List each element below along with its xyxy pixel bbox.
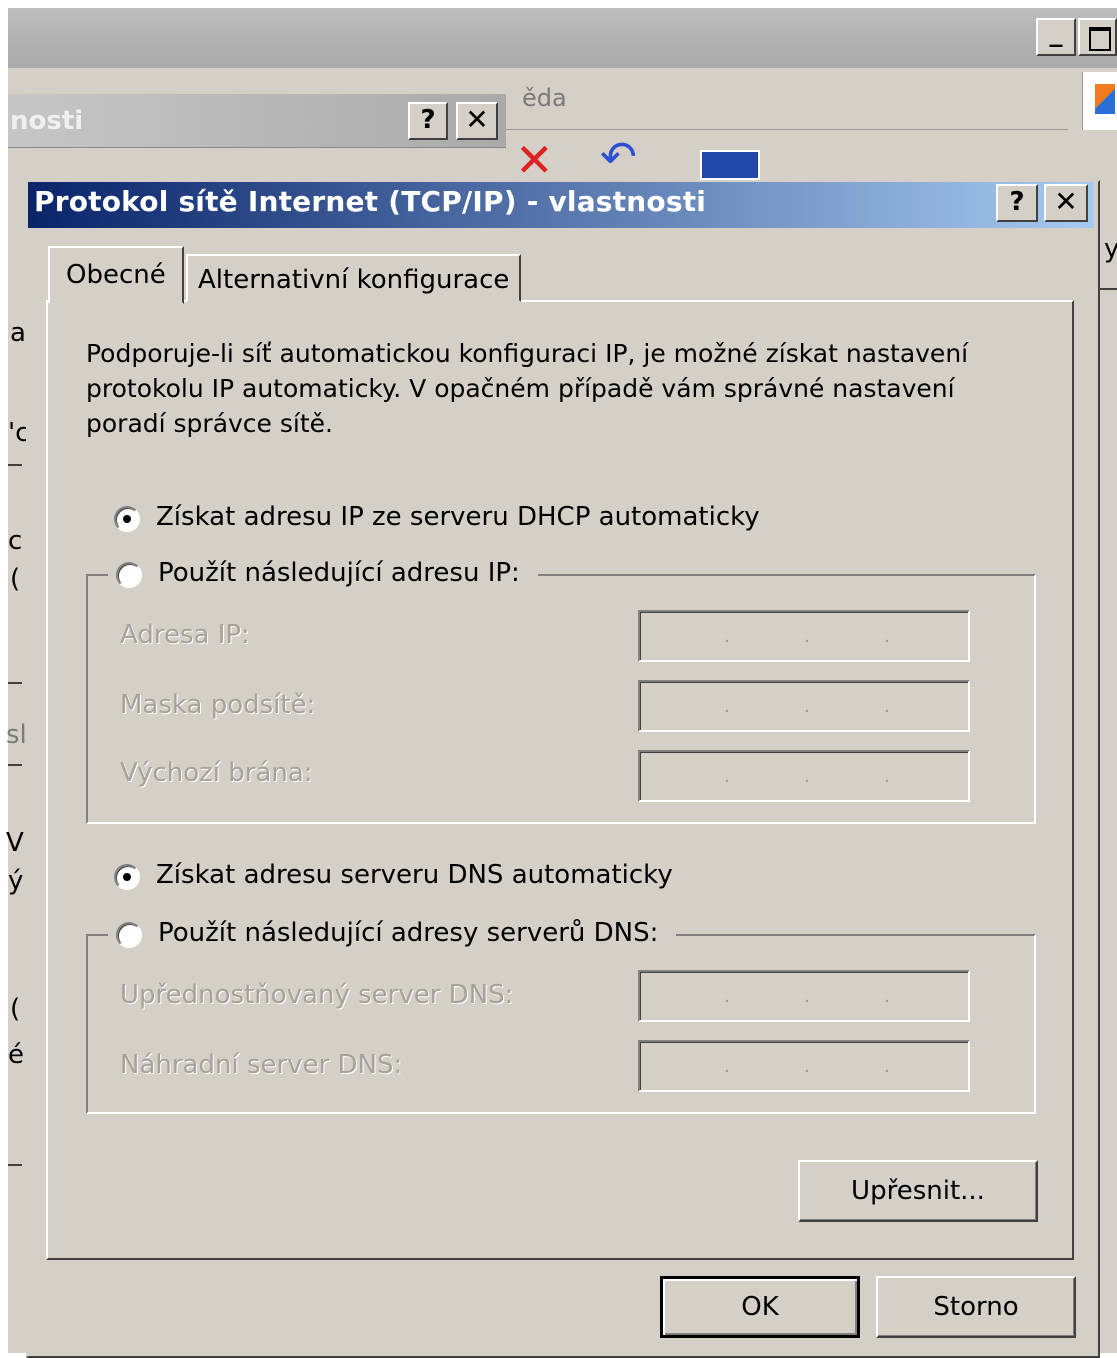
- background-close-button[interactable]: ✕: [456, 102, 498, 140]
- delete-icon[interactable]: ✕: [515, 137, 554, 183]
- ip-manual-radio[interactable]: [116, 562, 142, 588]
- subnet-mask-label: Maska podsítě:: [120, 690, 316, 720]
- alternate-dns-label: Náhradní server DNS:: [120, 1050, 403, 1080]
- default-gateway-field[interactable]: ...: [638, 750, 970, 802]
- tab-general[interactable]: Obecné: [48, 246, 184, 304]
- subnet-mask-field[interactable]: ...: [638, 680, 970, 732]
- ip-address-field[interactable]: ...: [638, 610, 970, 662]
- alternate-dns-field[interactable]: ...: [638, 1040, 970, 1092]
- divider: [8, 764, 22, 766]
- default-gateway-label: Výchozí brána:: [120, 758, 313, 788]
- view-icon[interactable]: [700, 150, 760, 180]
- background-text-fragment: y: [1104, 234, 1117, 264]
- ip-auto-radio[interactable]: [114, 506, 140, 532]
- background-window-titlebar: [8, 8, 1117, 68]
- help-button[interactable]: ?: [996, 184, 1038, 222]
- close-button[interactable]: ✕: [1044, 184, 1088, 222]
- background-text-fragment: sl: [6, 720, 27, 750]
- preferred-dns-field[interactable]: ...: [638, 970, 970, 1022]
- divider: [8, 464, 22, 466]
- intro-line: protokolu IP automaticky. V opačném příp…: [86, 374, 955, 403]
- divider: [8, 682, 22, 684]
- dialog-title: Protokol sítě Internet (TCP/IP) - vlastn…: [34, 185, 707, 218]
- ip-auto-label[interactable]: Získat adresu IP ze serveru DHCP automat…: [156, 502, 760, 532]
- dns-auto-radio[interactable]: [114, 864, 140, 890]
- background-text-fragment: a: [10, 318, 26, 348]
- intro-line: Podporuje-li síť automatickou konfigurac…: [86, 339, 969, 368]
- preferred-dns-label: Upřednostňovaný server DNS:: [120, 980, 514, 1010]
- background-text-fragment: c: [8, 526, 23, 556]
- cancel-button[interactable]: Storno: [876, 1276, 1076, 1338]
- tab-alternate-configuration[interactable]: Alternativní konfigurace: [186, 254, 522, 302]
- maximize-icon: [1089, 27, 1111, 51]
- windows-logo-icon: [1082, 72, 1117, 130]
- dns-manual-label[interactable]: Použít následující adresy serverů DNS:: [158, 918, 658, 948]
- maximize-button[interactable]: [1078, 18, 1117, 56]
- background-toolbar: [510, 130, 1080, 180]
- background-text-fragment: (: [10, 994, 21, 1024]
- background-text-fragment: ý: [8, 866, 24, 896]
- advanced-button[interactable]: Upřesnit...: [798, 1160, 1038, 1222]
- divider: [8, 1164, 22, 1166]
- menu-item-help[interactable]: ěda: [522, 84, 567, 112]
- background-text-fragment: (: [10, 564, 21, 594]
- intro-line: poradí správce sítě.: [86, 409, 333, 438]
- intro-text: Podporuje-li síť automatickou konfigurac…: [86, 336, 1016, 441]
- undo-icon[interactable]: ↶: [600, 136, 637, 180]
- dns-manual-radio[interactable]: [116, 922, 142, 948]
- ip-manual-label[interactable]: Použít následující adresu IP:: [158, 558, 520, 588]
- background-help-button[interactable]: ?: [408, 102, 448, 140]
- ok-button[interactable]: OK: [660, 1276, 860, 1338]
- ip-address-label: Adresa IP:: [120, 620, 250, 650]
- dns-auto-label[interactable]: Získat adresu serveru DNS automaticky: [156, 860, 673, 890]
- minimize-button[interactable]: _: [1036, 18, 1076, 56]
- background-text-fragment: é: [8, 1040, 24, 1070]
- background-properties-title: nosti: [10, 106, 84, 136]
- divider: [1098, 288, 1117, 290]
